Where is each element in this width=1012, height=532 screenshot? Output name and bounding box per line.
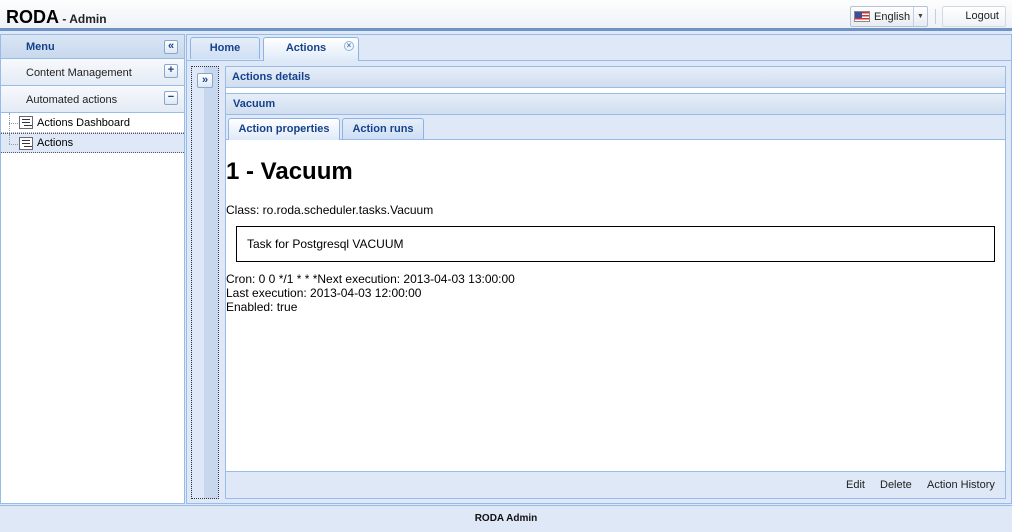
sidebar-item-actions-dashboard[interactable]: Actions Dashboard (1, 113, 184, 133)
app-title: RODA - Admin (6, 7, 107, 28)
panel-footer-toolbar: Edit Delete Action History (226, 471, 1005, 498)
list-icon (19, 136, 33, 150)
delete-button[interactable]: Delete (880, 479, 912, 491)
tab-home[interactable]: Home (190, 37, 260, 59)
language-label: English (874, 10, 911, 23)
action-enabled: Enabled: true (226, 300, 298, 314)
collapsed-side-panel[interactable]: » (191, 66, 219, 499)
section-label: Content Management (26, 67, 132, 79)
tree-connector (9, 144, 18, 145)
action-history-button[interactable]: Action History (927, 479, 995, 491)
action-properties-content: 1 - Vacuum Class: ro.roda.scheduler.task… (226, 142, 1005, 471)
section-label: Automated actions (26, 94, 118, 106)
sidebar-section-content-management[interactable]: Content Management + (1, 59, 184, 86)
edit-button[interactable]: Edit (846, 479, 865, 491)
tab-actions[interactable]: Actions × (263, 37, 359, 61)
expand-right-icon[interactable]: » (197, 73, 213, 88)
tree-item-label: Actions Dashboard (37, 116, 130, 129)
expand-plus-icon[interactable]: + (164, 64, 178, 78)
main-area: Home Actions × » Actions details Vacuum … (186, 34, 1012, 504)
inner-panel-title: Vacuum (226, 94, 1005, 115)
tab-action-runs[interactable]: Action runs (342, 118, 424, 139)
action-last-execution: Last execution: 2013-04-03 12:00:00 (226, 286, 422, 300)
sidebar-item-actions[interactable]: Actions (1, 133, 184, 153)
action-description: Task for Postgresql VACUUM (236, 226, 995, 262)
action-class: Class: ro.roda.scheduler.tasks.Vacuum (226, 203, 434, 217)
app-footer: RODA Admin (0, 505, 1012, 532)
collapse-minus-icon[interactable]: − (164, 91, 178, 105)
brand-subtitle: - Admin (59, 12, 107, 26)
sidebar-section-automated-actions[interactable]: Automated actions − (1, 86, 184, 113)
app-header: RODA - Admin English ▼ Logout (0, 0, 1012, 31)
actions-details-panel: Actions details Vacuum Action properties… (225, 66, 1006, 499)
action-title: 1 - Vacuum (226, 158, 353, 185)
vacuum-panel: Vacuum Action properties Action runs 1 -… (226, 93, 1005, 471)
sidebar: Menu « Content Management + Automated ac… (0, 34, 185, 504)
brand-name: RODA (6, 7, 59, 27)
collapse-left-icon[interactable]: « (164, 40, 178, 54)
list-icon (19, 116, 33, 129)
close-icon[interactable]: × (344, 41, 354, 51)
chevron-down-icon[interactable]: ▼ (913, 7, 927, 26)
us-flag-icon (854, 11, 870, 22)
action-cron: Cron: 0 0 */1 * * *Next execution: 2013-… (226, 272, 515, 286)
logout-button[interactable]: Logout (942, 6, 1006, 27)
panel-title: Actions details (226, 67, 1005, 88)
tab-action-properties[interactable]: Action properties (228, 118, 340, 140)
tree-item-label: Actions (37, 137, 74, 149)
subtab-bar: Action properties Action runs (226, 115, 1005, 140)
tree-connector (9, 123, 18, 124)
menu-title: Menu (26, 41, 55, 53)
menu-header: Menu « (1, 35, 184, 59)
tab-label: Actions (285, 42, 327, 54)
language-select[interactable]: English ▼ (850, 6, 928, 27)
tab-bar: Home Actions × (187, 35, 1011, 61)
tree-connector (9, 134, 10, 144)
header-separator (935, 9, 936, 24)
